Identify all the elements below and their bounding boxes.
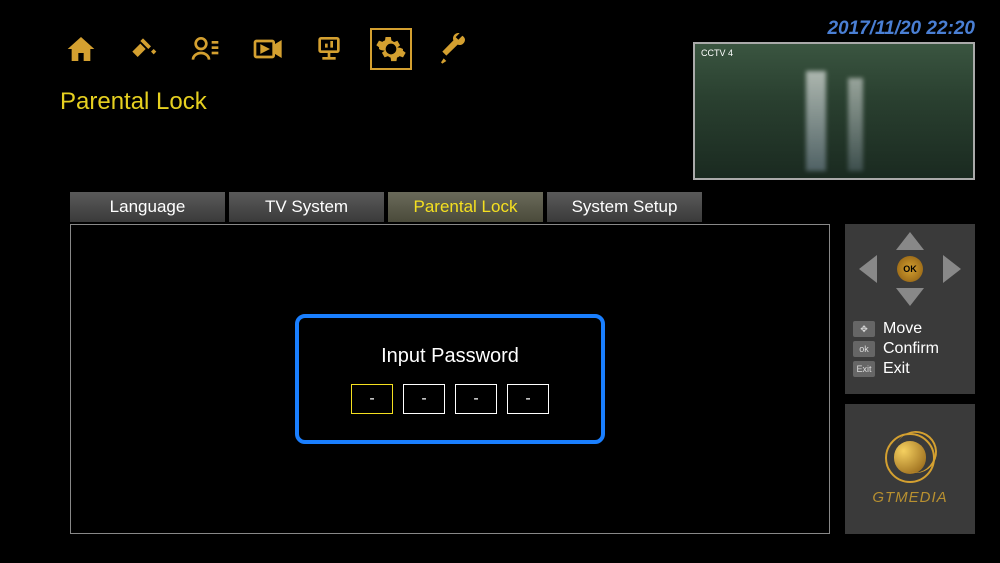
password-digit-3[interactable]: - bbox=[455, 384, 497, 414]
key-legend: ✥ Move ok Confirm Exit Exit bbox=[845, 314, 975, 384]
content-area: Input Password - - - - bbox=[70, 224, 830, 534]
brand-name: GTMEDIA bbox=[872, 489, 947, 506]
exit-key-icon: Exit bbox=[853, 361, 875, 377]
network-icon[interactable] bbox=[308, 28, 350, 70]
page-title: Parental Lock bbox=[60, 88, 207, 116]
user-icon[interactable] bbox=[184, 28, 226, 70]
top-nav bbox=[60, 28, 474, 70]
arrow-up-icon[interactable] bbox=[896, 232, 924, 250]
legend-move: ✥ Move bbox=[853, 320, 967, 338]
move-key-icon: ✥ bbox=[853, 321, 875, 337]
preview-graphic bbox=[806, 71, 826, 172]
home-icon[interactable] bbox=[60, 28, 102, 70]
legend-exit-label: Exit bbox=[883, 360, 910, 378]
password-dialog: Input Password - - - - bbox=[295, 314, 605, 444]
video-preview: CCTV 4 bbox=[693, 42, 975, 180]
media-icon[interactable] bbox=[246, 28, 288, 70]
ok-key-icon: ok bbox=[853, 341, 875, 357]
legend-confirm: ok Confirm bbox=[853, 340, 967, 358]
settings-icon[interactable] bbox=[370, 28, 412, 70]
preview-graphic bbox=[848, 78, 863, 172]
brand-panel: GTMEDIA bbox=[845, 404, 975, 534]
arrow-right-icon[interactable] bbox=[943, 255, 961, 283]
password-dialog-title: Input Password bbox=[381, 345, 519, 368]
password-input-row: - - - - bbox=[351, 384, 549, 414]
password-digit-2[interactable]: - bbox=[403, 384, 445, 414]
preview-channel-label: CCTV 4 bbox=[701, 48, 733, 58]
arrow-down-icon[interactable] bbox=[896, 288, 924, 306]
tools-icon[interactable] bbox=[432, 28, 474, 70]
arrow-left-icon[interactable] bbox=[859, 255, 877, 283]
tab-language[interactable]: Language bbox=[70, 192, 225, 222]
legend-confirm-label: Confirm bbox=[883, 340, 939, 358]
tab-parental-lock[interactable]: Parental Lock bbox=[388, 192, 543, 222]
tab-tv-system[interactable]: TV System bbox=[229, 192, 384, 222]
ok-button[interactable]: OK bbox=[897, 256, 923, 282]
dpad-panel: OK ✥ Move ok Confirm Exit Exit bbox=[845, 224, 975, 394]
tab-bar: Language TV System Parental Lock System … bbox=[70, 192, 702, 222]
satellite-icon[interactable] bbox=[122, 28, 164, 70]
legend-exit: Exit Exit bbox=[853, 360, 967, 378]
password-digit-1[interactable]: - bbox=[351, 384, 393, 414]
legend-move-label: Move bbox=[883, 320, 922, 338]
datetime-display: 2017/11/20 22:20 bbox=[827, 18, 975, 40]
dpad: OK bbox=[845, 224, 975, 314]
brand-logo-icon bbox=[885, 433, 935, 483]
password-digit-4[interactable]: - bbox=[507, 384, 549, 414]
tab-system-setup[interactable]: System Setup bbox=[547, 192, 702, 222]
